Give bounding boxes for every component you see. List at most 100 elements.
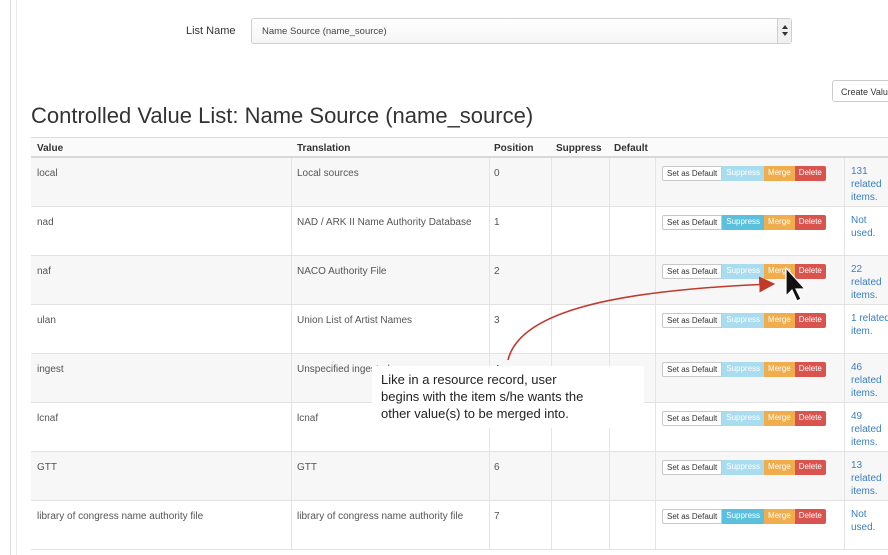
cell-translation: library of congress name authority file (297, 511, 464, 522)
set-default-button[interactable]: Set as Default (662, 313, 723, 328)
list-name-label: List Name (186, 25, 236, 37)
suppress-button[interactable]: Suppress (722, 411, 765, 426)
column-divider (609, 158, 610, 206)
merge-button[interactable]: Merge (764, 411, 795, 426)
set-default-button[interactable]: Set as Default (662, 411, 723, 426)
column-divider (609, 305, 610, 353)
header-translation: Translation (297, 143, 351, 154)
set-default-button[interactable]: Set as Default (662, 460, 723, 475)
row-actions: Set as Default Suppress Merge Delete (662, 313, 826, 328)
related-items-link[interactable]: 22 related items. (851, 263, 882, 302)
suppress-button[interactable]: Suppress (722, 215, 765, 230)
list-name-select[interactable]: Name Source (name_source) (251, 18, 792, 44)
header-default: Default (614, 143, 648, 154)
cell-position: 3 (494, 315, 500, 326)
column-divider (291, 403, 292, 451)
row-actions: Set as Default Suppress Merge Delete (662, 215, 826, 230)
table-row: library of congress name authority file l… (31, 501, 888, 550)
table-body: local Local sources 0 Set as Default Suppr… (31, 158, 888, 550)
row-actions: Set as Default Suppress Merge Delete (662, 411, 826, 426)
column-divider (551, 256, 552, 304)
set-default-button[interactable]: Set as Default (662, 362, 723, 377)
values-table: Value Translation Position Suppress Defa… (31, 137, 888, 550)
column-divider (489, 256, 490, 304)
column-divider (655, 354, 656, 402)
cell-translation: NAD / ARK II Name Authority Database (297, 217, 472, 228)
cell-value: local (37, 168, 58, 179)
set-default-button[interactable]: Set as Default (662, 215, 723, 230)
cell-value: library of congress name authority file (37, 511, 204, 522)
create-value-button[interactable]: Create Value (832, 80, 888, 102)
column-divider (551, 501, 552, 549)
column-divider (291, 501, 292, 549)
set-default-button[interactable]: Set as Default (662, 166, 723, 181)
column-divider (844, 403, 845, 451)
delete-button[interactable]: Delete (794, 509, 826, 524)
merge-button[interactable]: Merge (764, 460, 795, 475)
delete-button[interactable]: Delete (794, 362, 826, 377)
cell-translation: Union List of Artist Names (297, 315, 413, 326)
column-divider (655, 403, 656, 451)
column-divider (489, 452, 490, 500)
merge-button[interactable]: Merge (764, 166, 795, 181)
table-row: naf NACO Authority File 2 Set as Default S… (31, 256, 888, 305)
column-divider (655, 207, 656, 255)
annotation-callout: Like in a resource record, user begins w… (372, 366, 644, 428)
related-items-link[interactable]: 46 related items. (851, 361, 882, 400)
related-items-link[interactable]: 131 related items. (851, 165, 882, 204)
cell-position: 1 (494, 217, 500, 228)
column-divider (551, 305, 552, 353)
row-actions: Set as Default Suppress Merge Delete (662, 509, 826, 524)
merge-button[interactable]: Merge (764, 509, 795, 524)
suppress-button[interactable]: Suppress (722, 460, 765, 475)
table-row: ulan Union List of Artist Names 3 Set as D… (31, 305, 888, 354)
column-divider (844, 354, 845, 402)
delete-button[interactable]: Delete (794, 166, 826, 181)
suppress-button[interactable]: Suppress (722, 166, 765, 181)
page-left-border (10, 0, 11, 555)
delete-button[interactable]: Delete (794, 411, 826, 426)
set-default-button[interactable]: Set as Default (662, 509, 723, 524)
table-row: nad NAD / ARK II Name Authority Database 1… (31, 207, 888, 256)
column-divider (609, 501, 610, 549)
callout-line-2: begins with the item s/he wants the (381, 389, 584, 404)
merge-button[interactable]: Merge (764, 362, 795, 377)
delete-button[interactable]: Delete (794, 313, 826, 328)
column-divider (655, 256, 656, 304)
column-divider (844, 207, 845, 255)
merge-button[interactable]: Merge (764, 264, 795, 279)
delete-button[interactable]: Delete (794, 460, 826, 475)
cell-translation: Local sources (297, 168, 359, 179)
suppress-button[interactable]: Suppress (722, 509, 765, 524)
merge-button[interactable]: Merge (764, 215, 795, 230)
callout-line-1: Like in a resource record, user (381, 372, 557, 387)
delete-button[interactable]: Delete (794, 264, 826, 279)
cell-position: 6 (494, 462, 500, 473)
related-items-link[interactable]: 49 related items. (851, 410, 882, 449)
delete-button[interactable]: Delete (794, 215, 826, 230)
column-divider (291, 452, 292, 500)
suppress-button[interactable]: Suppress (722, 313, 765, 328)
related-items-link[interactable]: 1 related item. (851, 312, 888, 338)
column-divider (291, 256, 292, 304)
cell-value: naf (37, 266, 51, 277)
column-divider (291, 207, 292, 255)
column-divider (655, 158, 656, 206)
suppress-button[interactable]: Suppress (722, 264, 765, 279)
column-divider (489, 158, 490, 206)
select-arrows-icon[interactable] (777, 19, 791, 43)
column-divider (609, 207, 610, 255)
related-items-link[interactable]: 13 related items. (851, 459, 882, 498)
merge-button[interactable]: Merge (764, 313, 795, 328)
related-items-link[interactable]: Not used. (851, 214, 875, 240)
column-divider (844, 501, 845, 549)
suppress-button[interactable]: Suppress (722, 362, 765, 377)
page-title: Controlled Value List: Name Source (name… (31, 103, 534, 128)
cell-value: GTT (37, 462, 57, 473)
column-divider (551, 207, 552, 255)
column-divider (551, 158, 552, 206)
set-default-button[interactable]: Set as Default (662, 264, 723, 279)
related-items-link[interactable]: Not used. (851, 508, 875, 534)
table-row: local Local sources 0 Set as Default Suppr… (31, 158, 888, 207)
cell-value: ingest (37, 364, 64, 375)
